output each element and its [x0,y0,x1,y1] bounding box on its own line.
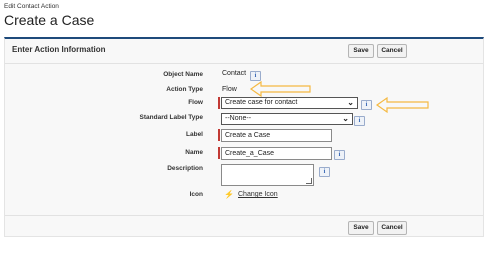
label-input[interactable]: Create a Case [221,129,332,142]
action-info-panel: Enter Action Information Save Cancel Obj… [4,37,484,237]
name-info-icon[interactable]: i [334,150,345,160]
name-required-marker [218,147,220,159]
label-field-label: Label [186,131,203,138]
chevron-down-icon: ⌄ [342,114,349,123]
flow-select-value: Create case for contact [225,99,298,106]
page-title: Create a Case [4,12,95,28]
flow-info-icon[interactable]: i [361,100,372,110]
flow-label: Flow [188,99,203,106]
annotation-arrow-icon [249,80,311,98]
standard-label-type-select[interactable]: --None-- ⌄ [221,113,353,125]
footer-divider [5,215,483,216]
action-type-label: Action Type [166,86,203,93]
save-button-top[interactable]: Save [348,44,374,58]
annotation-arrow-icon [375,96,429,114]
description-info-icon[interactable]: i [319,167,330,177]
panel-header: Enter Action Information Save Cancel [5,39,483,64]
standard-label-type-info-icon[interactable]: i [354,116,365,126]
name-field-label: Name [185,149,203,156]
resize-grip-icon[interactable] [306,178,312,184]
label-required-marker [218,129,220,141]
action-type-value: Flow [222,86,237,93]
standard-label-type-label: Standard Label Type [139,114,203,121]
save-button-bottom[interactable]: Save [348,221,374,235]
lightning-icon: ⚡ [224,190,234,199]
section-title: Enter Action Information [12,45,106,54]
cancel-button-bottom[interactable]: Cancel [377,221,407,235]
description-label: Description [167,165,203,172]
name-input[interactable]: Create_a_Case [221,147,332,160]
breadcrumb: Edit Contact Action [4,3,59,10]
object-name-label: Object Name [163,71,203,78]
change-icon-link[interactable]: Change Icon [238,191,278,198]
description-textarea[interactable] [221,164,314,186]
cancel-button-top[interactable]: Cancel [377,44,407,58]
icon-field-label: Icon [189,191,203,198]
flow-required-marker [218,97,220,109]
chevron-down-icon: ⌄ [347,98,354,107]
standard-label-type-value: --None-- [225,115,252,122]
object-name-value: Contact [222,70,247,77]
flow-select[interactable]: Create case for contact ⌄ [221,97,358,109]
